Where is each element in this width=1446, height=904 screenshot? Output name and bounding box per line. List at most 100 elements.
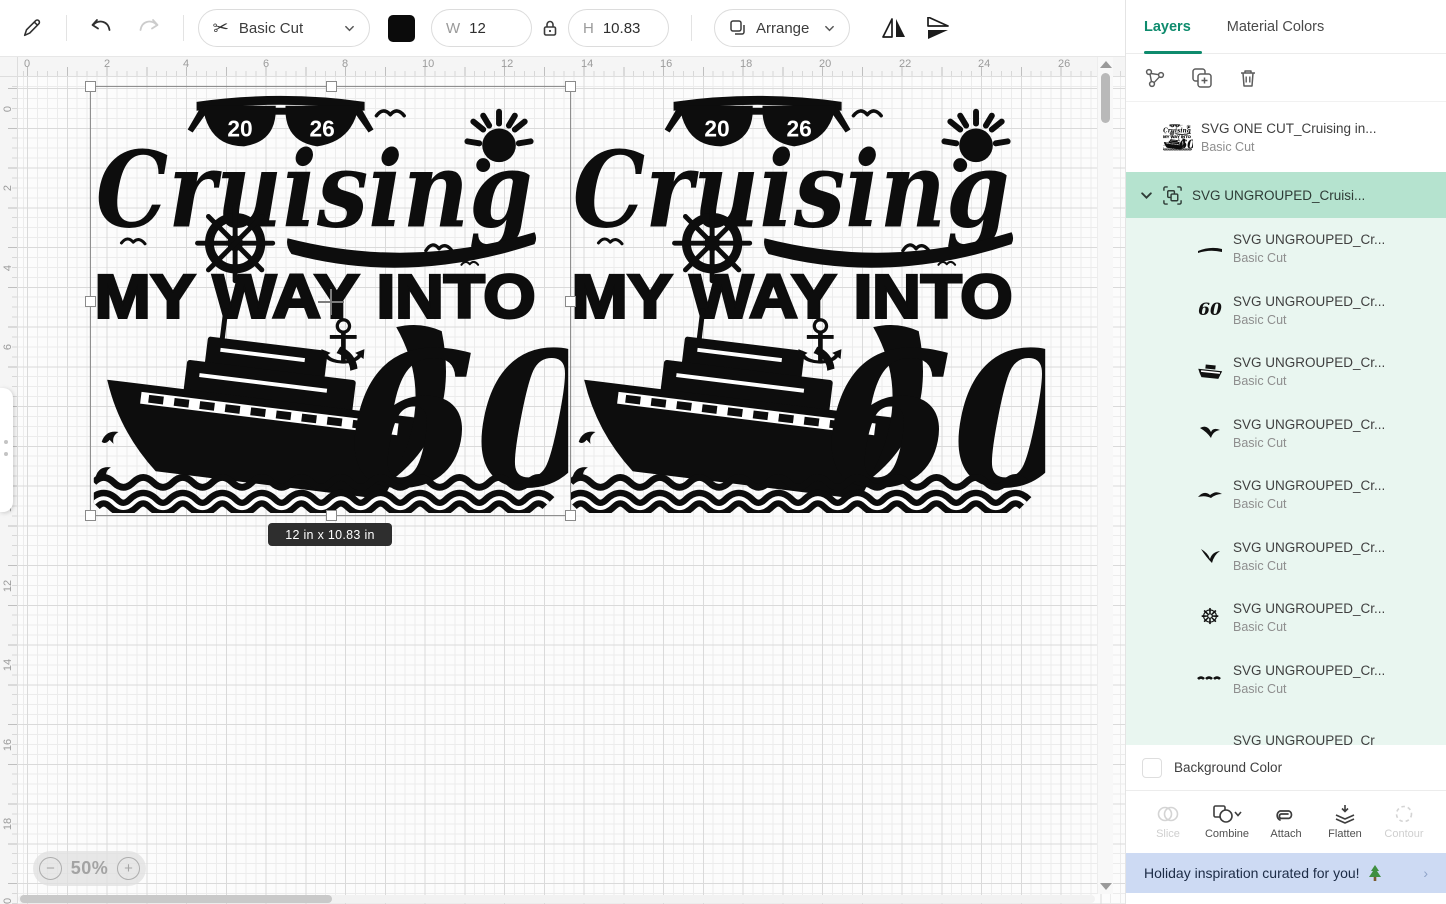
combine-button[interactable]: Combine <box>1199 804 1255 840</box>
layer-title: SVG UNGROUPED_Cr... <box>1233 478 1385 493</box>
attach-button[interactable]: Attach <box>1258 804 1314 840</box>
layer-row[interactable]: SVG UNGROUPED_Cr... Basic Cut <box>1126 341 1446 403</box>
layer-row[interactable]: ☸ SVG UNGROUPED_Cr... Basic Cut <box>1126 587 1446 649</box>
action-label: Slice <box>1156 828 1180 840</box>
vertical-scrollbar[interactable] <box>1097 57 1113 894</box>
cut-type-label: Basic Cut <box>239 20 303 37</box>
tab-material-colors[interactable]: Material Colors <box>1227 19 1325 35</box>
divider <box>66 15 67 41</box>
group-icon <box>1162 185 1183 206</box>
background-color-checkbox[interactable] <box>1142 758 1162 778</box>
left-drawer-handle[interactable] <box>0 388 13 512</box>
chevron-down-icon[interactable] <box>1140 189 1153 202</box>
width-label: W <box>446 20 460 37</box>
divider <box>183 15 184 41</box>
layer-subtitle: Basic Cut <box>1233 682 1385 696</box>
lock-aspect-button[interactable] <box>542 19 558 37</box>
contour-icon <box>1393 804 1415 824</box>
selection-handle-w[interactable] <box>85 296 96 307</box>
undo-icon <box>89 17 113 39</box>
right-panel: Layers Material Colors <box>1125 0 1446 904</box>
layer-title: SVG UNGROUPED_Cr... <box>1233 294 1385 309</box>
tab-layers[interactable]: Layers <box>1144 19 1191 35</box>
layer-row[interactable]: SVG UNGROUPED_Cr <box>1126 710 1446 745</box>
flatten-icon <box>1333 804 1357 824</box>
horizontal-scrollbar-thumb[interactable] <box>20 895 332 903</box>
selection-size-label: 12 in x 10.83 in <box>268 523 392 546</box>
design-app: ✂ Basic Cut W 12 H 10.83 <box>0 0 1446 904</box>
layer-group-row[interactable]: SVG UNGROUPED_Cruisi... <box>1126 172 1446 218</box>
layer-thumb-ship-icon <box>1195 359 1225 385</box>
redo-button[interactable] <box>129 8 169 48</box>
selection-handle-e[interactable] <box>565 296 576 307</box>
selection-handle-s[interactable] <box>326 510 337 521</box>
group-children: SVG UNGROUPED_Cr... Basic Cut 60 SVG UNG… <box>1126 218 1446 745</box>
layer-row[interactable]: 60 SVG UNGROUPED_Cr... Basic Cut <box>1126 280 1446 342</box>
horizontal-scrollbar[interactable] <box>18 895 1095 903</box>
draw-tool-button[interactable] <box>12 8 52 48</box>
selection-handle-ne[interactable] <box>565 81 576 92</box>
background-color-label: Background Color <box>1174 760 1282 775</box>
canvas-area[interactable]: 0 2 4 6 8 10 12 14 16 18 20 22 24 26 0 2… <box>0 57 1125 904</box>
height-field[interactable]: H 10.83 <box>568 9 669 47</box>
layer-title: SVG UNGROUPED_Cr... <box>1233 540 1385 555</box>
layer-title: SVG UNGROUPED_Cr... <box>1233 355 1385 370</box>
flip-vertical-button[interactable] <box>918 8 958 48</box>
layer-subtitle: Basic Cut <box>1233 436 1385 450</box>
chevron-down-icon <box>824 23 835 34</box>
layer-thumb-helm-icon: ☸ <box>1195 605 1225 631</box>
layer-subtitle: Basic Cut <box>1233 497 1385 511</box>
layer-row-one-cut[interactable]: SVG ONE CUT_Cruising in... Basic Cut <box>1126 102 1446 172</box>
color-swatch[interactable] <box>388 15 415 42</box>
layer-subtitle: Basic Cut <box>1233 251 1385 265</box>
flatten-button[interactable]: Flatten <box>1317 804 1373 840</box>
action-label: Flatten <box>1328 828 1362 840</box>
layer-thumb-sixty-icon: 60 <box>1195 297 1225 323</box>
flip-horizontal-button[interactable] <box>874 8 914 48</box>
ungroup-button[interactable] <box>1144 67 1166 89</box>
duplicate-button[interactable] <box>1191 67 1213 89</box>
divider <box>691 15 692 41</box>
scroll-down-arrow[interactable] <box>1100 883 1112 890</box>
layer-title: SVG UNGROUPED_Cr... <box>1233 232 1385 247</box>
combine-icon <box>1212 804 1242 824</box>
layer-subtitle: Basic Cut <box>1233 620 1385 634</box>
scroll-up-arrow[interactable] <box>1100 61 1112 68</box>
layer-thumb-bird-icon <box>1195 482 1225 508</box>
selection-handle-n[interactable] <box>326 81 337 92</box>
ruler-top: 0 2 4 6 8 10 12 14 16 18 20 22 24 26 <box>18 57 1125 77</box>
redo-icon <box>137 17 161 39</box>
width-field[interactable]: W 12 <box>431 9 532 47</box>
layer-thumb-icon <box>1195 728 1225 745</box>
flip-horizontal-icon <box>881 17 907 39</box>
height-value: 10.83 <box>603 20 641 37</box>
cut-type-dropdown[interactable]: ✂ Basic Cut <box>198 9 370 47</box>
vertical-scrollbar-thumb[interactable] <box>1101 73 1110 123</box>
layer-row[interactable]: SVG UNGROUPED_Cr... Basic Cut <box>1126 403 1446 465</box>
layer-row[interactable]: SVG UNGROUPED_Cr... Basic Cut <box>1126 464 1446 526</box>
layer-row[interactable]: SVG UNGROUPED_Cr... Basic Cut <box>1126 526 1446 588</box>
zoom-in-button[interactable]: + <box>117 857 140 880</box>
layer-row[interactable]: SVG UNGROUPED_Cr... Basic Cut <box>1126 218 1446 280</box>
layer-list: SVG ONE CUT_Cruising in... Basic Cut SVG… <box>1126 102 1446 745</box>
banner-text: Holiday inspiration curated for you! <box>1144 865 1360 881</box>
drawer-dot <box>4 452 8 456</box>
layer-row[interactable]: SVG UNGROUPED_Cr... Basic Cut <box>1126 649 1446 711</box>
zoom-out-button[interactable]: − <box>39 857 62 880</box>
delete-button[interactable] <box>1238 67 1258 89</box>
selection-handle-nw[interactable] <box>85 81 96 92</box>
holiday-banner[interactable]: Holiday inspiration curated for you! › <box>1126 853 1446 893</box>
selection-handle-se[interactable] <box>565 510 576 521</box>
flip-vertical-icon <box>925 17 951 39</box>
layer-title: SVG UNGROUPED_Cr... <box>1233 417 1385 432</box>
panel-tabs: Layers Material Colors <box>1126 0 1446 54</box>
arrange-dropdown[interactable]: Arrange <box>714 9 850 47</box>
layer-thumb-bird-icon <box>1195 543 1225 569</box>
undo-button[interactable] <box>81 8 121 48</box>
design-instance-right[interactable] <box>570 88 1046 513</box>
duplicate-plus-icon <box>1191 67 1213 89</box>
ruler-corner <box>0 57 18 77</box>
drawer-dot <box>4 440 8 444</box>
action-bar: Slice Combine Attach <box>1126 791 1446 853</box>
selection-handle-sw[interactable] <box>85 510 96 521</box>
